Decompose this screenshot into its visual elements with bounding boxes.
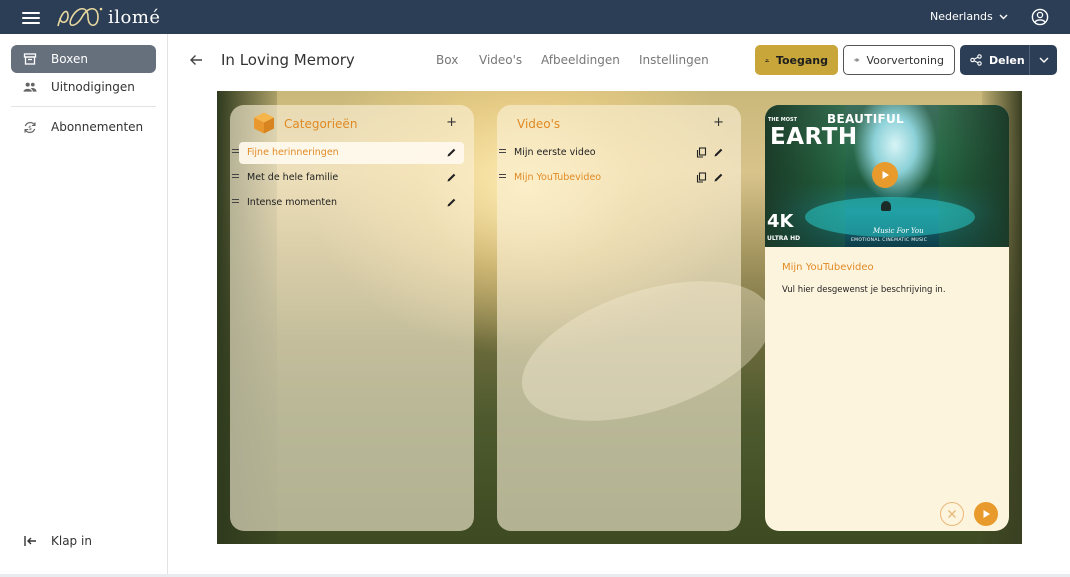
tab-videos[interactable]: Video's	[479, 53, 522, 67]
video-thumbnail[interactable]: THE MOST BEAUTIFUL EARTH 4K ULTRA HD Mus…	[765, 105, 1009, 247]
category-label: Met de hele familie	[247, 172, 339, 183]
chevron-down-icon	[1039, 57, 1048, 63]
collapse-sidebar-button[interactable]: Klap in	[11, 527, 156, 555]
videos-title: Video's	[517, 117, 561, 131]
play-video-button[interactable]	[974, 502, 998, 526]
close-preview-button[interactable]	[940, 502, 964, 526]
pencil-icon[interactable]	[446, 197, 457, 208]
video-preview-card: THE MOST BEAUTIFUL EARTH 4K ULTRA HD Mus…	[765, 105, 1009, 531]
sidebar: Boxen Uitnodigingen $ Abonnementen Klap …	[0, 34, 168, 577]
close-icon	[948, 510, 956, 518]
toegang-button[interactable]: Toegang	[755, 45, 838, 75]
add-category-icon[interactable]: +	[446, 115, 457, 130]
category-label: Intense momenten	[247, 197, 338, 208]
sidebar-item-label: Uitnodigingen	[51, 80, 135, 94]
subscription-icon: $	[23, 120, 37, 134]
categories-panel: Categorieën + Fijne herinneringen Met de…	[230, 105, 474, 531]
play-icon	[882, 171, 889, 179]
thumbnail-tagline: EMOTIONAL CINEMATIC MUSIC	[851, 238, 928, 243]
pencil-icon[interactable]	[446, 147, 457, 158]
language-selector[interactable]: Nederlands	[930, 10, 1008, 23]
thumbnail-music-text: Music For You	[873, 227, 924, 235]
box-canvas: Categorieën + Fijne herinneringen Met de…	[217, 91, 1022, 544]
top-bar: ilomé Nederlands	[0, 0, 1070, 34]
svg-text:$: $	[28, 125, 32, 132]
drag-handle-icon[interactable]	[232, 174, 239, 178]
thumbnail-small-text: THE MOST	[768, 117, 797, 123]
video-label: Mijn YouTubevideo	[514, 172, 602, 183]
page-title: In Loving Memory	[221, 51, 355, 69]
pencil-icon[interactable]	[713, 147, 724, 158]
people-icon	[23, 80, 37, 94]
videos-header: Video's +	[497, 114, 741, 136]
share-icon	[970, 54, 982, 66]
people-icon	[765, 58, 769, 62]
preview-description[interactable]: Vul hier desgewenst je beschrijving in.	[782, 285, 946, 295]
video-label: Mijn eerste video	[514, 147, 596, 158]
logo-mark-icon	[57, 7, 103, 27]
sidebar-item-label: Abonnementen	[51, 120, 144, 134]
collapse-label: Klap in	[51, 534, 92, 548]
voorvertoning-button[interactable]: Voorvertoning	[843, 45, 955, 75]
category-label: Fijne herinneringen	[247, 147, 339, 158]
add-video-icon[interactable]: +	[713, 115, 724, 130]
logo[interactable]: ilomé	[54, 4, 161, 30]
delen-button[interactable]: Delen	[960, 45, 1057, 75]
tab-instellingen[interactable]: Instellingen	[639, 53, 709, 67]
language-label: Nederlands	[930, 10, 993, 23]
eye-icon	[854, 58, 860, 62]
pencil-icon[interactable]	[713, 172, 724, 183]
drag-handle-icon[interactable]	[232, 199, 239, 203]
preview-title: Mijn YouTubevideo	[782, 262, 874, 273]
delen-dropdown-toggle[interactable]	[1029, 45, 1057, 75]
box-icon	[23, 52, 37, 66]
drag-handle-icon[interactable]	[499, 174, 506, 178]
thumbnail-kayaker	[881, 201, 891, 211]
category-item[interactable]: Met de hele familie	[230, 167, 474, 189]
video-item[interactable]: Mijn YouTubevideo	[497, 167, 741, 189]
copy-icon[interactable]	[696, 147, 707, 158]
tab-box[interactable]: Box	[436, 53, 458, 67]
voorvertoning-label: Voorvertoning	[866, 53, 944, 67]
categories-header: Categorieën +	[230, 112, 474, 136]
drag-handle-icon[interactable]	[499, 149, 506, 153]
sidebar-item-abonnementen[interactable]: $ Abonnementen	[11, 113, 156, 141]
categories-title: Categorieën	[284, 117, 358, 131]
thumbnail-title-line2: EARTH	[770, 124, 858, 150]
copy-icon[interactable]	[696, 172, 707, 183]
video-item[interactable]: Mijn eerste video	[497, 142, 741, 164]
account-icon[interactable]	[1031, 8, 1049, 26]
pencil-icon[interactable]	[446, 172, 457, 183]
category-item[interactable]: Fijne herinneringen	[230, 142, 474, 164]
toegang-label: Toegang	[775, 53, 828, 67]
chevron-down-icon	[999, 14, 1008, 19]
logo-text: ilomé	[108, 6, 161, 28]
thumbnail-4k-badge: 4K	[767, 211, 794, 232]
play-icon	[983, 510, 990, 518]
back-arrow-icon[interactable]	[189, 53, 203, 67]
collapse-left-icon	[23, 534, 37, 548]
hamburger-menu-icon[interactable]	[22, 9, 40, 25]
cube-icon	[254, 112, 274, 134]
sidebar-item-label: Boxen	[51, 52, 88, 66]
thumbnail-uhd-badge: ULTRA HD	[767, 235, 801, 242]
thumbnail-play-button[interactable]	[872, 162, 898, 188]
sidebar-item-uitnodigingen[interactable]: Uitnodigingen	[11, 73, 156, 101]
drag-handle-icon[interactable]	[232, 149, 239, 153]
sidebar-divider	[11, 106, 156, 107]
sidebar-item-boxen[interactable]: Boxen	[11, 45, 156, 73]
delen-label: Delen	[989, 53, 1025, 67]
tab-afbeeldingen[interactable]: Afbeeldingen	[541, 53, 620, 67]
videos-panel: Video's + Mijn eerste video Mijn YouTube…	[497, 105, 741, 531]
category-item[interactable]: Intense momenten	[230, 192, 474, 214]
